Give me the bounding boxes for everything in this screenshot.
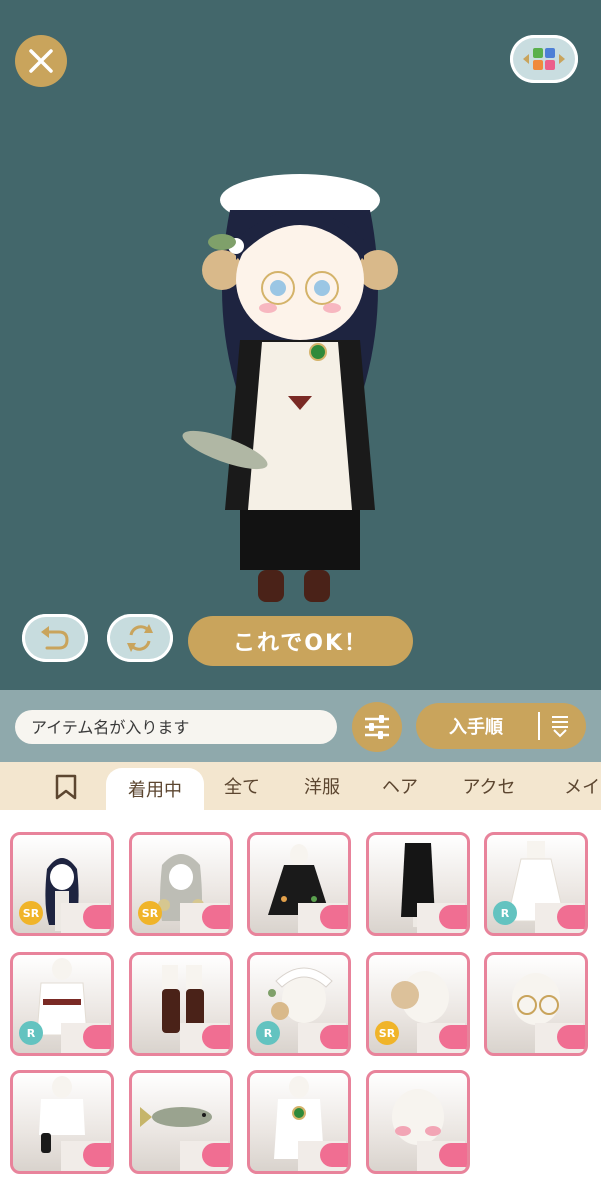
sliders-icon [365, 715, 389, 739]
tab-clothes[interactable]: 洋服 [290, 762, 354, 810]
rarity-badge-sr: SR [138, 901, 162, 925]
sort-descending-icon[interactable] [550, 714, 570, 738]
close-icon [29, 49, 53, 73]
item-card-fish[interactable] [129, 1070, 233, 1174]
item-tag-pink [557, 905, 585, 929]
item-tag-pink [320, 1025, 348, 1049]
swap-icon [127, 624, 153, 652]
item-tag-pink [557, 1025, 585, 1049]
undo-icon [41, 626, 69, 650]
item-card-brown-boots[interactable] [129, 952, 233, 1056]
item-tag-pink [439, 905, 467, 929]
avatar-stage: これでOK！ [0, 0, 601, 690]
rarity-badge-sr: SR [375, 1021, 399, 1045]
item-card-round-glasses[interactable] [484, 952, 588, 1056]
rarity-badge-r: R [493, 901, 517, 925]
item-card-gray-braids[interactable]: SR [129, 832, 233, 936]
rarity-badge-sr: SR [19, 901, 43, 925]
item-tag-pink [202, 905, 230, 929]
layout-grid-icon [523, 48, 565, 70]
item-card-brooch-tie[interactable] [247, 1070, 351, 1174]
item-card-blush[interactable] [366, 1070, 470, 1174]
tab-hair[interactable]: ヘア [370, 762, 430, 810]
item-tag-pink [83, 905, 111, 929]
item-card-ram-horns[interactable]: SR [366, 952, 470, 1056]
tab-accessory[interactable]: アクセ [452, 762, 526, 810]
filter-button[interactable] [352, 702, 402, 752]
category-tabs: 着用中 全て 洋服 ヘア アクセ メイク [0, 762, 601, 810]
rarity-badge-r: R [19, 1021, 43, 1045]
tab-makeup[interactable]: メイク [554, 762, 601, 810]
item-card-long-black-hair[interactable]: SR [10, 832, 114, 936]
item-tag-pink [320, 1143, 348, 1167]
item-card-blouse-bow[interactable]: R [10, 952, 114, 1056]
item-card-black-skirt[interactable] [366, 832, 470, 936]
sort-order-button[interactable]: 入手順 [416, 703, 586, 749]
tab-wearing[interactable]: 着用中 [106, 768, 204, 810]
item-card-maid-headdress[interactable]: R [247, 952, 351, 1056]
undo-button[interactable] [22, 614, 88, 662]
item-tag-pink [83, 1025, 111, 1049]
bookmark-icon[interactable] [54, 774, 78, 800]
item-tag-pink [439, 1143, 467, 1167]
item-card-apron-dress[interactable]: R [484, 832, 588, 936]
avatar-figure [182, 174, 398, 602]
item-tag-pink [320, 905, 348, 929]
item-tag-pink [202, 1143, 230, 1167]
item-tag-pink [202, 1025, 230, 1049]
item-card-black-cape[interactable] [247, 832, 351, 936]
item-tag-pink [83, 1143, 111, 1167]
tab-all[interactable]: 全て [212, 762, 272, 810]
item-card-black-gloves[interactable] [10, 1070, 114, 1174]
item-tag-pink [439, 1025, 467, 1049]
rarity-badge-r: R [256, 1021, 280, 1045]
confirm-ok-button[interactable]: これでOK！ [188, 616, 413, 666]
swap-button[interactable] [107, 614, 173, 662]
close-button[interactable] [15, 35, 67, 87]
item-search-input[interactable] [15, 710, 337, 744]
layout-toggle-button[interactable] [510, 35, 578, 83]
sort-divider [538, 712, 540, 740]
sort-label: 入手順 [449, 717, 503, 738]
